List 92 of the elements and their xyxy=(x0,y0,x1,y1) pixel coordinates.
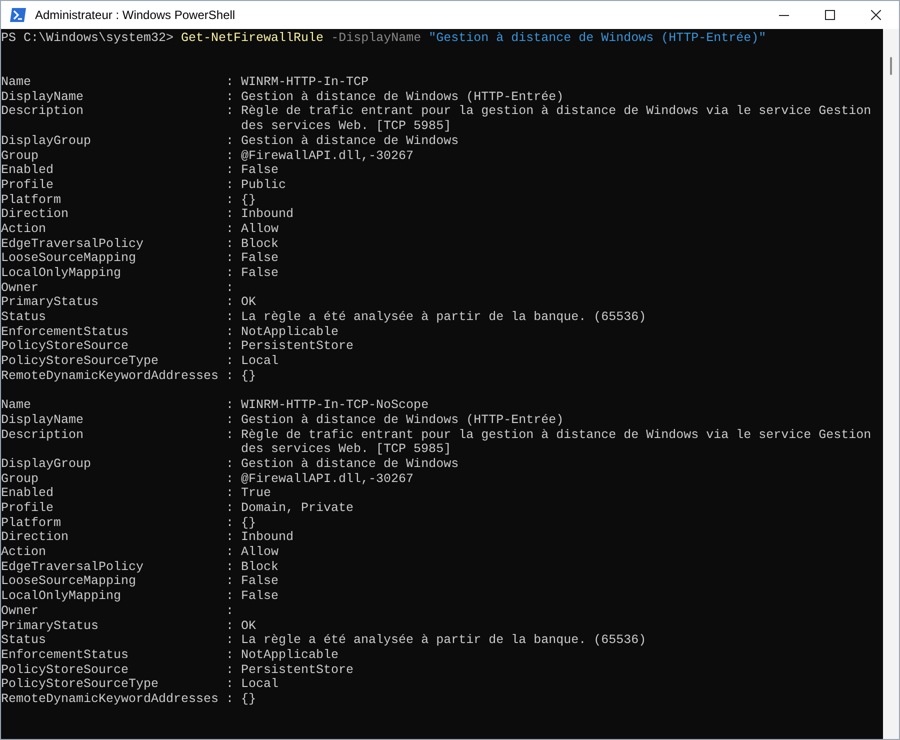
property-value: : Local xyxy=(226,677,279,692)
close-icon xyxy=(871,10,881,20)
cmdlet: Get-NetFirewallRule xyxy=(181,31,324,46)
property-value: : {} xyxy=(226,692,256,707)
property-value: : Block xyxy=(226,560,279,574)
property-value: : Block xyxy=(226,236,279,252)
property-name: Status xyxy=(1,310,48,325)
property-name: Owner xyxy=(1,280,40,296)
property-value: : @FirewallAPI.dll,-30267 xyxy=(226,472,414,486)
property-name: Action xyxy=(1,545,48,560)
property-name: PrimaryStatus xyxy=(1,295,100,310)
property-value: : False xyxy=(226,163,279,178)
property-value: : NotApplicable xyxy=(226,324,339,340)
property-name: EdgeTraversalPolicy xyxy=(1,236,145,252)
property-value: : Inbound xyxy=(226,207,294,222)
parameter: -DisplayName xyxy=(331,31,422,46)
property-value: : Public xyxy=(226,178,286,193)
property-name: LocalOnlyMapping xyxy=(1,589,122,604)
property-value: : {} xyxy=(226,368,256,384)
property-name: Action xyxy=(1,222,48,237)
powershell-icon xyxy=(10,8,26,22)
scrollbar-thumb[interactable] xyxy=(890,57,892,75)
property-value: : Gestion à distance de Windows (HTTP-Entrée) xyxy=(226,412,564,428)
property-name: EdgeTraversalPolicy xyxy=(1,560,145,574)
property-name: LooseSourceMapping xyxy=(1,574,138,590)
property-value: : PersistentStore xyxy=(226,339,354,354)
property-name: LocalOnlyMapping xyxy=(1,266,122,281)
property-name: DisplayName xyxy=(1,90,85,104)
argument: "Gestion à distance de Windows (HTTP-Entrée)" xyxy=(428,31,766,46)
property-name: PrimaryStatus xyxy=(1,618,100,634)
property-value: : True xyxy=(226,486,272,502)
property-name: EnforcementStatus xyxy=(1,648,130,663)
property-value: : Allow xyxy=(226,545,279,560)
property-name: PolicyStoreSource xyxy=(1,662,130,678)
property-name: RemoteDynamicKeywordAddresses xyxy=(1,368,220,384)
property-value: : False xyxy=(226,574,279,590)
window-title: Administrateur : Windows PowerShell xyxy=(35,7,236,24)
property-name: Direction xyxy=(1,530,70,546)
property-value: : NotApplicable xyxy=(226,648,339,663)
property-value: : False xyxy=(226,266,279,281)
property-value: : WINRM-HTTP-In-TCP xyxy=(226,75,369,90)
property-name: Platform xyxy=(1,516,62,530)
property-name: DisplayName xyxy=(1,412,85,428)
property-value: : WINRM-HTTP-In-TCP-NoScope xyxy=(226,398,429,413)
property-value: : PersistentStore xyxy=(226,662,354,678)
property-value: : xyxy=(226,604,234,619)
property-value: : False xyxy=(226,251,279,266)
property-value: : OK xyxy=(226,618,256,634)
property-value: : xyxy=(226,280,234,296)
property-value: : Allow xyxy=(226,222,279,237)
property-name: Group xyxy=(1,148,40,164)
maximize-icon xyxy=(825,10,835,20)
property-value: : Gestion à distance de Windows (HTTP-Entrée) xyxy=(226,90,564,104)
property-name: Owner xyxy=(1,604,40,619)
property-value: : Règle de trafic entrant pour la gestion à distance de Windows via le service Gestion xyxy=(226,428,872,442)
minimize-icon xyxy=(779,14,789,16)
property-name: DisplayGroup xyxy=(1,134,92,149)
property-value: : Domain, Private xyxy=(226,501,354,516)
prompt: PS C:\Windows\system32> xyxy=(1,31,174,46)
property-name: PolicyStoreSourceType xyxy=(1,354,160,369)
property-value: : OK xyxy=(226,295,256,310)
property-value: : La règle a été analysée à partir de la banque. (65536) xyxy=(226,633,646,648)
property-name: EnforcementStatus xyxy=(1,324,130,340)
property-value: : Gestion à distance de Windows xyxy=(226,134,459,149)
property-value: : La règle a été analysée à partir de la banque. (65536) xyxy=(226,310,646,325)
property-name: Profile xyxy=(1,178,55,193)
property-value: : Local xyxy=(226,354,279,369)
property-value: : @FirewallAPI.dll,-30267 xyxy=(226,148,414,164)
property-value: : {} xyxy=(226,192,256,208)
property-name: Profile xyxy=(1,501,55,516)
property-name: LooseSourceMapping xyxy=(1,251,138,266)
property-name: Status xyxy=(1,633,48,648)
property-value: : Gestion à distance de Windows xyxy=(226,456,459,472)
property-name: Description xyxy=(1,428,85,442)
property-name: Enabled xyxy=(1,486,55,502)
property-name: Platform xyxy=(1,192,62,208)
property-name: Group xyxy=(1,472,40,486)
property-name: RemoteDynamicKeywordAddresses xyxy=(1,692,220,707)
property-name: Enabled xyxy=(1,163,55,178)
property-value: : Règle de trafic entrant pour la gestion à distance de Windows via le service Gestion xyxy=(226,104,872,120)
property-value: : {} xyxy=(226,516,256,530)
property-name: Name xyxy=(1,75,32,90)
property-value: : False xyxy=(226,589,279,604)
property-name: DisplayGroup xyxy=(1,456,92,472)
property-name: Name xyxy=(1,398,32,413)
property-name: PolicyStoreSourceType xyxy=(1,677,160,692)
property-value: : Inbound xyxy=(226,530,294,546)
property-name: PolicyStoreSource xyxy=(1,339,130,354)
property-value: des services Web. [TCP 5985] xyxy=(241,442,452,457)
property-name: Description xyxy=(1,104,85,120)
property-value: des services Web. [TCP 5985] xyxy=(241,119,452,134)
property-name: Direction xyxy=(1,207,70,222)
